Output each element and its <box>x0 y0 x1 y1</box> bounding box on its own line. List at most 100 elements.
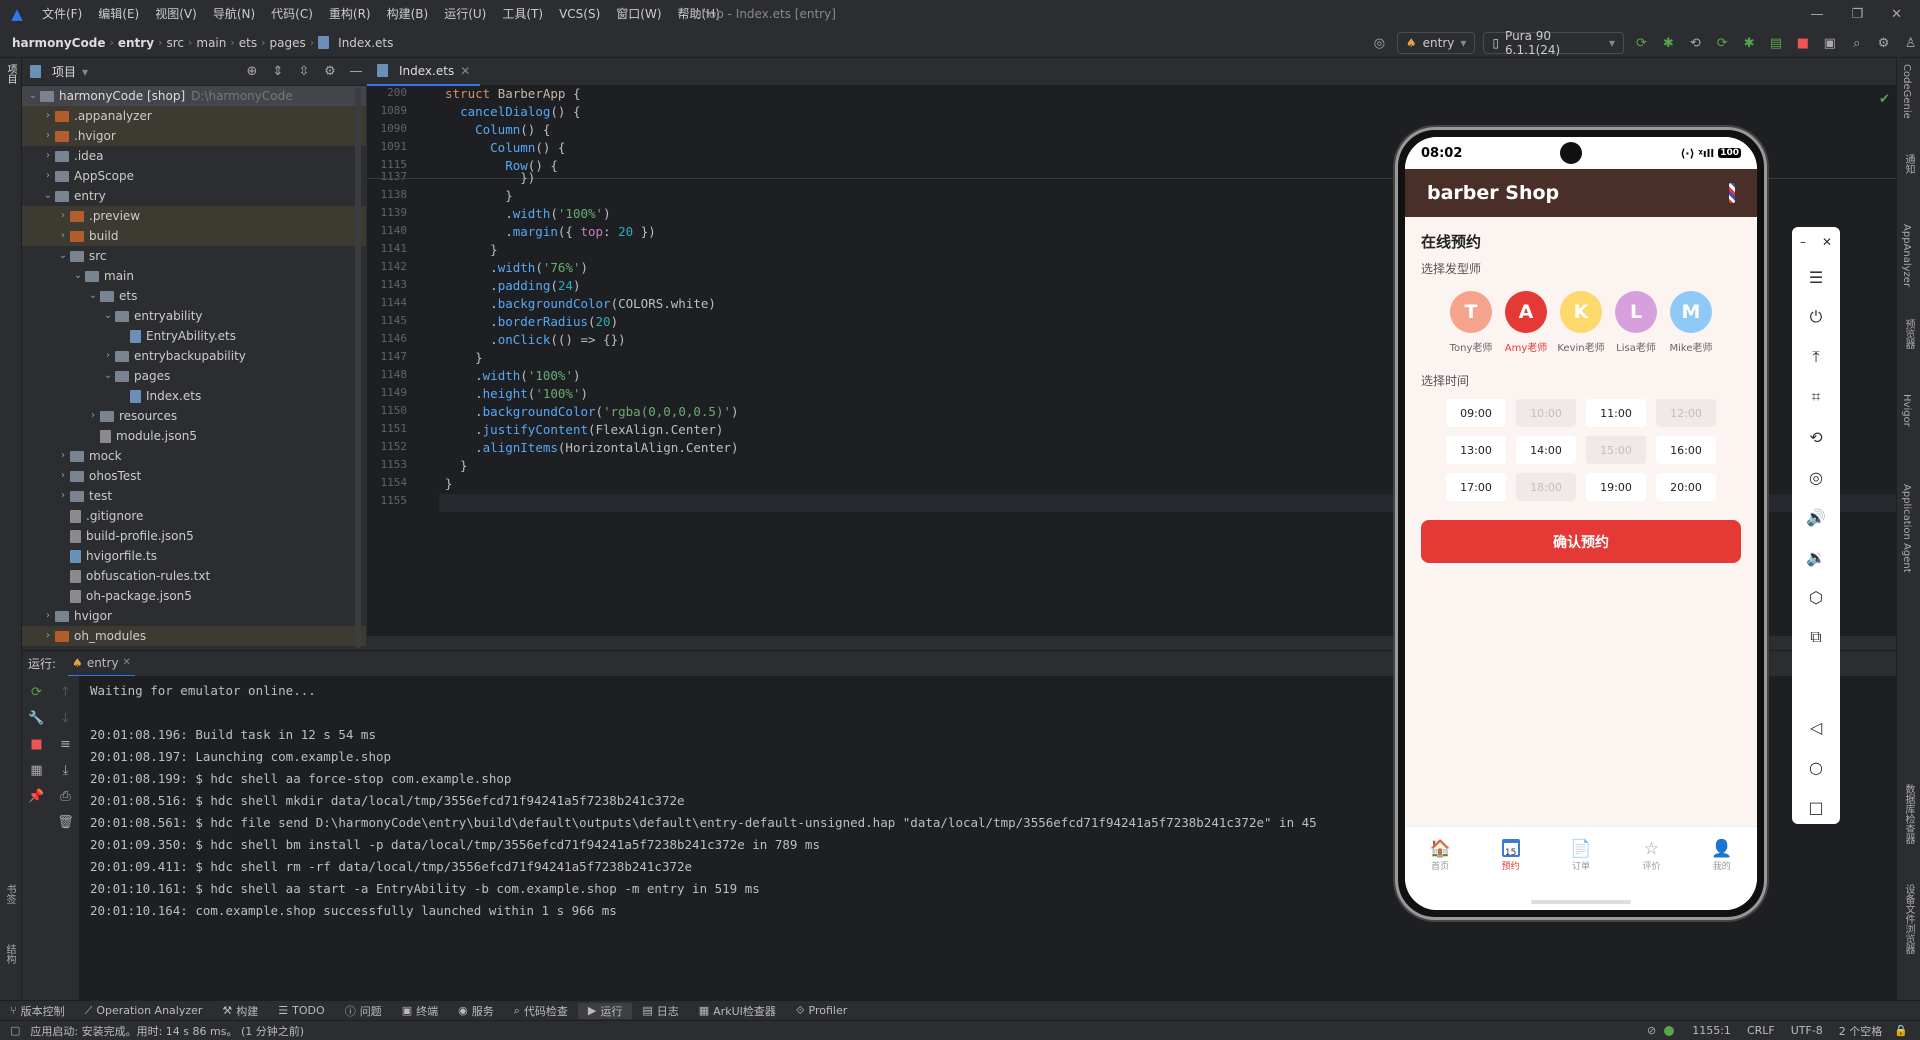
barber-option[interactable]: K Kevin老师 <box>1554 291 1609 354</box>
time-slot[interactable]: 17:00 <box>1446 473 1506 501</box>
tool-window-button[interactable]: ▶ 运行 <box>577 1002 633 1019</box>
tree-item[interactable]: ⌄ main <box>22 266 366 286</box>
time-slot[interactable]: 19:00 <box>1586 473 1646 501</box>
tree-item[interactable]: ⌄ entry <box>22 186 366 206</box>
code-line[interactable]: .width('76%') <box>445 260 588 275</box>
code-line[interactable]: .backgroundColor('rgba(0,0,0,0.5)') <box>445 404 738 419</box>
device-select[interactable]: ▯ Pura 90 6.1.1(24) ▾ <box>1483 29 1624 57</box>
phone-screen[interactable]: 08:02 ⟨·⟩ ᵡıll 100 barber Shop 在线预约 选择发型师… <box>1405 137 1757 910</box>
close-tab-icon[interactable]: ✕ <box>460 64 470 78</box>
tool-window-button[interactable]: ▣ 终端 <box>392 1003 448 1019</box>
device-manager-icon[interactable]: ▣ <box>1820 33 1839 53</box>
stop-icon[interactable]: ■ <box>1793 33 1812 53</box>
code-line[interactable]: } <box>445 242 498 257</box>
tree-item[interactable]: › ohosTest <box>22 466 366 486</box>
right-tool-button[interactable]: 预览器 <box>1901 319 1916 349</box>
tool-window-button[interactable]: ⟋ Operation Analyzer <box>75 1004 213 1018</box>
tree-item[interactable]: ⌄ pages <box>22 366 366 386</box>
arrow-up-icon[interactable]: ↑ <box>56 682 76 702</box>
crumb-pages[interactable]: pages <box>266 36 310 50</box>
settings-icon[interactable]: ⚙ <box>1874 33 1893 53</box>
crumb-src[interactable]: src <box>162 36 188 50</box>
close-icon[interactable]: ✕ <box>1822 235 1832 249</box>
tree-root[interactable]: ⌄ harmonyCode [shop] D:\harmonyCode <box>22 86 366 106</box>
hide-panel-icon[interactable]: — <box>346 62 366 82</box>
code-line[interactable]: .borderRadius(20) <box>445 314 618 329</box>
soft-wrap-icon[interactable]: ≡ <box>56 734 76 754</box>
chevron-right-icon[interactable]: › <box>56 226 70 246</box>
gear-icon[interactable]: ⚙ <box>320 62 340 82</box>
code-line[interactable]: } <box>445 350 483 365</box>
code-line[interactable]: .width('100%') <box>445 368 580 383</box>
status-panel-icon[interactable]: ▢ <box>0 1024 20 1037</box>
profile-icon[interactable]: ✱ <box>1740 33 1759 53</box>
account-icon[interactable]: ♙ <box>1901 33 1920 53</box>
chevron-right-icon[interactable]: › <box>56 486 70 506</box>
crumb-ets[interactable]: ets <box>235 36 261 50</box>
tree-item[interactable]: hvigorfile.ts <box>22 546 366 566</box>
app-logo-icon[interactable]: ▲ <box>0 5 34 23</box>
apply-changes-icon[interactable]: ⟳ <box>1713 33 1732 53</box>
rerun-icon[interactable]: ⟳ <box>1632 33 1651 53</box>
barber-option[interactable]: M Mike老师 <box>1664 291 1719 354</box>
no-power-save-icon[interactable]: ⊘ <box>1639 1024 1664 1037</box>
tree-item[interactable]: › oh_modules <box>22 626 366 646</box>
tool-window-button[interactable]: ⟐ Profiler <box>786 1004 857 1018</box>
tree-item[interactable]: build-profile.json5 <box>22 526 366 546</box>
sticky-code-line[interactable]: Column() { <box>445 122 550 137</box>
code-line[interactable]: .backgroundColor(COLORS.white) <box>445 296 716 311</box>
barber-option[interactable]: T Tony老师 <box>1444 291 1499 354</box>
crumb-main[interactable]: main <box>192 36 230 50</box>
right-tool-button[interactable]: Application Agent <box>1901 484 1912 573</box>
rerun-icon[interactable]: ⟳ <box>27 682 47 702</box>
target-icon[interactable]: ◎ <box>1370 33 1389 53</box>
tree-item[interactable]: ⌄ entryability <box>22 306 366 326</box>
code-line[interactable]: }) <box>445 170 535 185</box>
code-line[interactable]: .width('100%') <box>445 206 610 221</box>
right-tool-button[interactable]: 设备文件浏览器 <box>1901 884 1916 954</box>
crumb-file[interactable]: Index.ets <box>334 36 397 50</box>
chevron-right-icon[interactable]: › <box>56 446 70 466</box>
right-tool-button[interactable]: AppAnalyzer <box>1901 224 1912 287</box>
close-icon[interactable]: ✕ <box>1891 7 1902 22</box>
tool-window-button[interactable]: ⌕ 代码检查 <box>504 1003 578 1019</box>
tab-home[interactable]: 🏠 首页 <box>1415 839 1465 910</box>
menu-item[interactable]: 导航(N) <box>205 0 263 28</box>
debug-icon[interactable]: ✱ <box>1659 33 1678 53</box>
locate-icon[interactable]: ⊕ <box>242 62 262 82</box>
indent-setting[interactable]: 2 个空格 <box>1831 1023 1891 1039</box>
volume-up-icon[interactable]: 🔊 <box>1792 497 1840 537</box>
menu-item[interactable]: 视图(V) <box>147 0 205 28</box>
right-tool-button[interactable]: Hvigor <box>1901 394 1912 427</box>
tree-item[interactable]: ⌄ src <box>22 246 366 266</box>
collapse-all-icon[interactable]: ⇳ <box>294 62 314 82</box>
tree-item[interactable]: › hvigor <box>22 606 366 626</box>
menu-item[interactable]: 代码(C) <box>263 0 321 28</box>
tool-window-button[interactable]: ⚒ 构建 <box>212 1003 268 1019</box>
stop-icon[interactable]: ■ <box>27 734 47 754</box>
shake-icon[interactable]: ⬡ <box>1792 577 1840 617</box>
sticky-code-line[interactable]: Column() { <box>445 140 565 155</box>
code-line[interactable]: } <box>445 476 453 491</box>
structure-tool-button[interactable]: 结构 <box>2 944 17 964</box>
lock-icon[interactable]: 🔒 <box>1890 1024 1920 1037</box>
tool-window-button[interactable]: ☰ TODO <box>268 1004 334 1017</box>
expand-all-icon[interactable]: ⇕ <box>268 62 288 82</box>
menu-item[interactable]: 编辑(E) <box>90 0 147 28</box>
recents-icon[interactable]: □ <box>1792 787 1840 827</box>
chevron-right-icon[interactable]: › <box>41 106 55 126</box>
maximize-icon[interactable]: ❐ <box>1851 7 1863 22</box>
chevron-right-icon[interactable]: › <box>41 126 55 146</box>
tab-reviews[interactable]: ☆ 评价 <box>1626 839 1676 910</box>
sticky-code-line[interactable]: struct BarberApp { <box>445 86 580 101</box>
code-line[interactable]: } <box>445 458 468 473</box>
time-slot[interactable]: 11:00 <box>1586 399 1646 427</box>
tree-item[interactable]: module.json5 <box>22 426 366 446</box>
screenshot-icon[interactable]: ◎ <box>1792 457 1840 497</box>
chevron-down-icon[interactable]: ▾ <box>82 65 88 79</box>
tool-window-button[interactable]: ⓘ 问题 <box>335 1003 392 1019</box>
bookmarks-tool-button[interactable]: 书签 <box>2 884 17 904</box>
code-line[interactable]: .height('100%') <box>445 386 588 401</box>
chevron-down-icon[interactable]: ⌄ <box>71 266 85 286</box>
confirm-booking-button[interactable]: 确认预约 <box>1421 520 1741 563</box>
